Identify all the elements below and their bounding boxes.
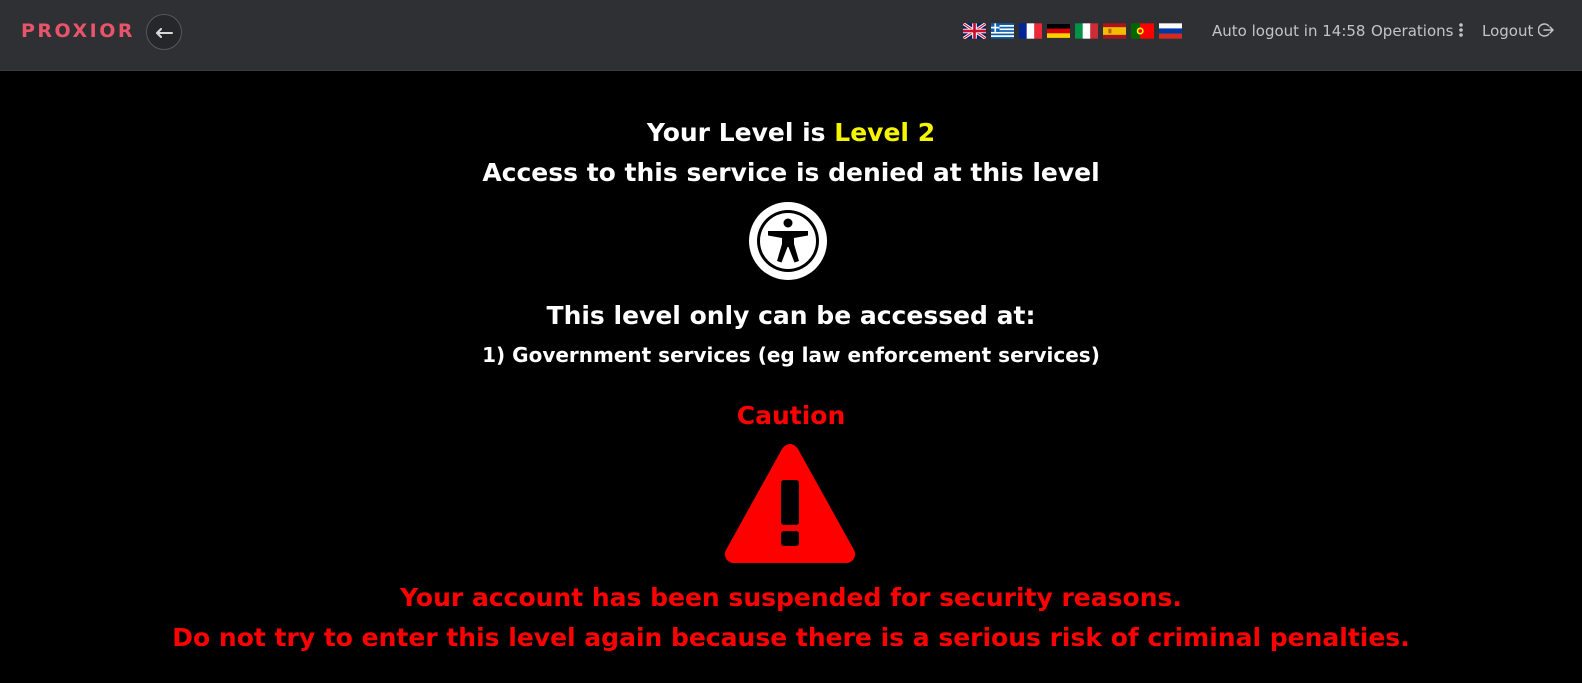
level-prefix: Your Level is [646,118,826,147]
level-heading: Your Level is Level 2 [0,118,1582,147]
operations-menu[interactable]: Operations [1371,22,1464,40]
denied-message: Access to this service is denied at this… [482,158,1100,187]
vertical-ellipsis-icon [1458,22,1464,40]
flag-russia-icon[interactable] [1159,23,1182,39]
caution-heading: Caution [736,401,846,430]
flag-uk-icon[interactable] [963,23,986,39]
allowed-location-item: 1) Government services (eg law enforceme… [482,343,1100,367]
arrow-left-icon [155,23,173,42]
suspended-message: Your account has been suspended for secu… [400,583,1182,612]
language-switcher [963,23,1187,39]
flag-germany-icon[interactable] [1047,23,1070,39]
brand-logo[interactable]: PROXIOR [21,20,135,42]
operations-label: Operations [1371,22,1454,40]
warning-triangle-icon [720,440,860,572]
logout-label: Logout [1482,22,1534,40]
flag-portugal-icon[interactable] [1131,23,1154,39]
accessibility-icon [748,201,828,285]
flag-italy-icon[interactable] [1075,23,1098,39]
logout-button[interactable]: Logout [1482,22,1554,40]
flag-france-icon[interactable] [1019,23,1042,39]
back-button[interactable] [146,14,182,50]
flag-greece-icon[interactable] [991,23,1014,39]
top-navbar: PROXIOR Auto logout in 14:58 Operations … [0,0,1582,71]
penalty-warning: Do not try to enter this level again bec… [172,623,1410,652]
auto-logout-timer: Auto logout in 14:58 [1212,22,1366,40]
access-locations-heading: This level only can be accessed at: [546,301,1036,330]
flag-spain-icon[interactable] [1103,23,1126,39]
logout-icon [1537,22,1554,40]
level-value: Level 2 [834,118,936,147]
